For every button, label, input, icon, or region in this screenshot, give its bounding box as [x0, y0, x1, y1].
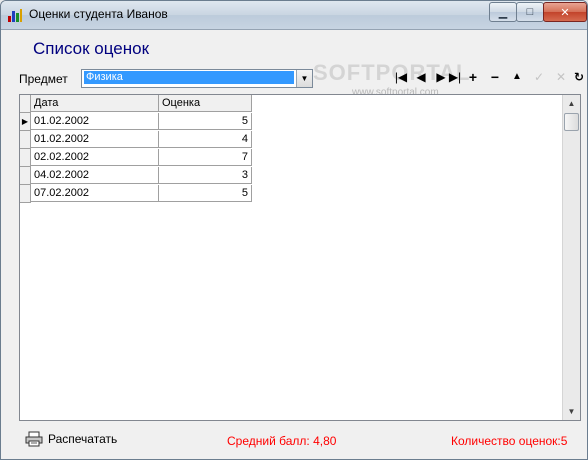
row-indicator: [20, 185, 31, 203]
subject-select-value: Физика: [84, 71, 294, 84]
cell-grade[interactable]: 5: [159, 185, 252, 202]
scrollbar-thumb[interactable]: [564, 113, 579, 131]
page-title: Список оценок: [33, 39, 150, 58]
minimize-button[interactable]: ▁: [489, 2, 517, 22]
cell-date[interactable]: 02.02.2002: [31, 149, 159, 166]
close-button[interactable]: ✕: [543, 2, 587, 22]
cell-grade[interactable]: 7: [159, 149, 252, 166]
printer-icon: [25, 431, 43, 447]
maximize-icon: □: [526, 6, 534, 18]
post-edit-icon[interactable]: ✓: [528, 66, 550, 88]
cell-grade[interactable]: 3: [159, 167, 252, 184]
row-indicator: [20, 149, 31, 167]
average-grade-label: Средний балл: 4,80: [227, 434, 337, 448]
scroll-up-icon[interactable]: ▲: [563, 95, 580, 112]
row-indicator: [20, 167, 31, 185]
subject-label: Предмет: [19, 72, 68, 86]
column-header-date[interactable]: Дата: [31, 95, 159, 112]
footer-bar: Распечатать Средний балл: 4,80 Количеств…: [5, 425, 583, 455]
client-area: Список оценок Предмет Физика ▼ SOFTPORTA…: [5, 30, 584, 455]
cell-date[interactable]: 01.02.2002: [31, 131, 159, 148]
cell-grade[interactable]: 5: [159, 113, 252, 130]
row-indicator: [20, 95, 31, 113]
maximize-button[interactable]: □: [516, 2, 544, 22]
title-bar[interactable]: Оценки студента Иванов ▁ □ ✕: [1, 1, 587, 30]
db-navigator: |◀ ◀ ▶ ▶| + − ▲ ✓ ✕ ↻: [310, 66, 584, 88]
minimize-icon: ▁: [498, 6, 508, 19]
edit-record-icon[interactable]: ▲: [506, 66, 528, 88]
window-title: Оценки студента Иванов: [29, 7, 168, 21]
grade-count-label: Количество оценок:5: [451, 434, 568, 448]
scroll-down-icon[interactable]: ▼: [563, 403, 580, 420]
current-row-icon: ▶: [20, 113, 31, 131]
vertical-scrollbar[interactable]: ▲ ▼: [562, 95, 580, 420]
insert-record-icon[interactable]: +: [462, 66, 484, 88]
cell-date[interactable]: 07.02.2002: [31, 185, 159, 202]
bar-chart-icon: [8, 9, 22, 22]
cell-grade[interactable]: 4: [159, 131, 252, 148]
refresh-icon[interactable]: ↻: [568, 66, 587, 88]
column-header-grade[interactable]: Оценка: [159, 95, 252, 112]
prior-record-icon[interactable]: ◀: [410, 66, 432, 88]
first-record-icon[interactable]: |◀: [390, 66, 412, 88]
main-window: Оценки студента Иванов ▁ □ ✕ Список оцен…: [0, 0, 588, 460]
delete-record-icon[interactable]: −: [484, 66, 506, 88]
grades-table[interactable]: Дата Оценка ▶ 01.02.2002 5 01.02.2002 4 …: [19, 94, 581, 421]
row-indicator: [20, 131, 31, 149]
print-button-label: Распечатать: [48, 432, 118, 446]
cell-date[interactable]: 04.02.2002: [31, 167, 159, 184]
subject-select[interactable]: Физика ▼: [81, 69, 313, 88]
close-icon: ✕: [560, 6, 570, 19]
print-button[interactable]: Распечатать: [25, 429, 117, 449]
cell-date[interactable]: 01.02.2002: [31, 113, 159, 130]
